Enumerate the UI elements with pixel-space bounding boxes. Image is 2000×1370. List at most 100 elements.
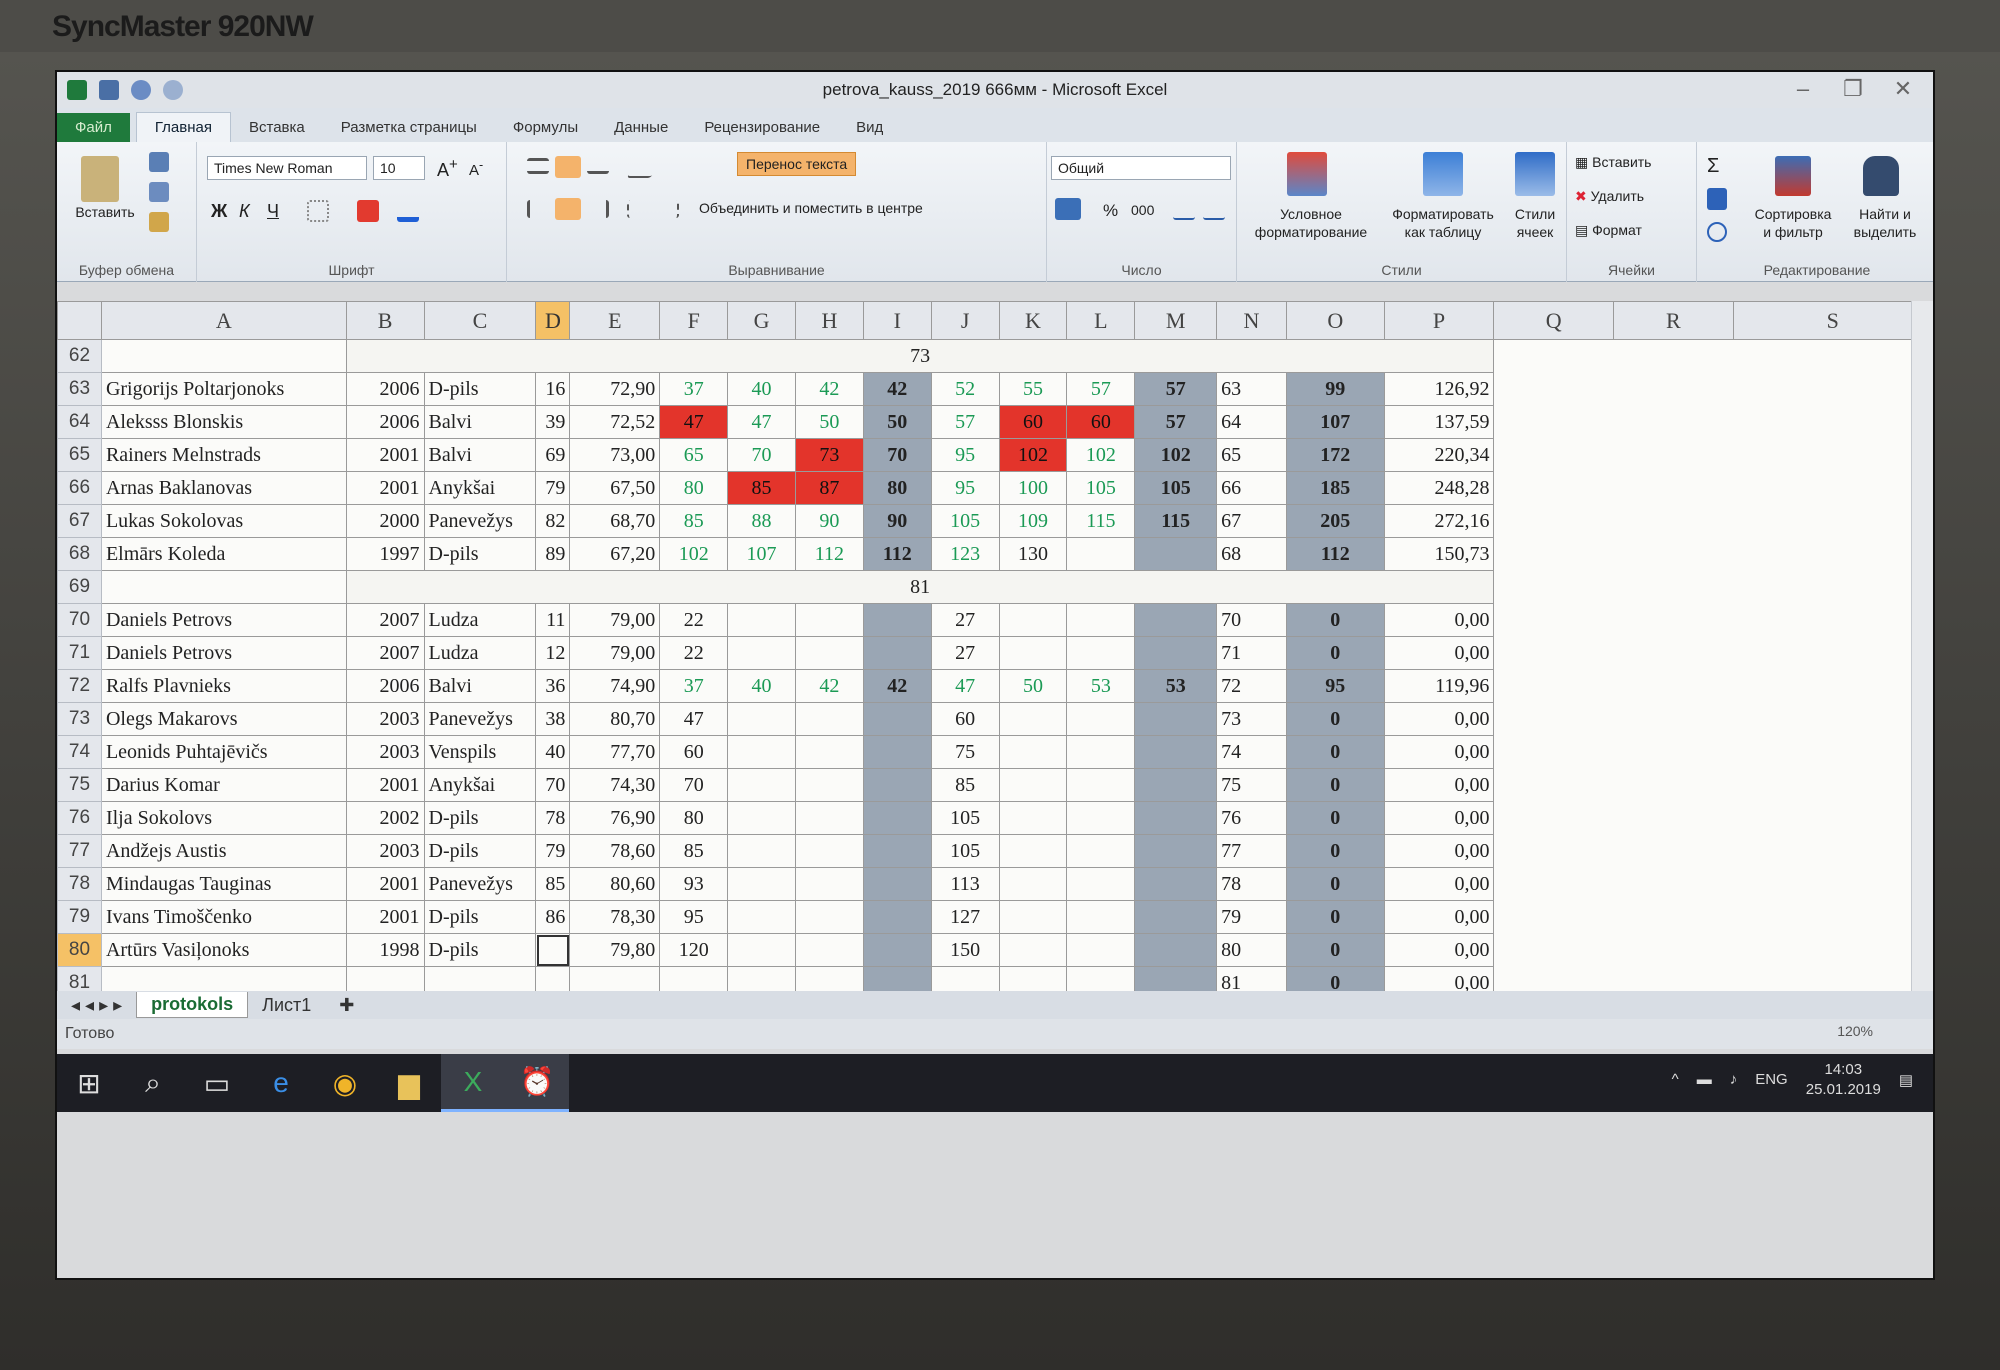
cell-f[interactable]: 60 [659,735,729,769]
cell-a[interactable]: Artūrs Vasiļonoks [100,933,347,967]
cell-c[interactable]: D-pils [423,801,537,835]
align-left-icon[interactable] [527,200,549,218]
cell-s[interactable] [1733,637,1932,670]
cell-k[interactable] [998,801,1068,835]
cell-e[interactable]: 78,60 [569,834,661,868]
cell-c[interactable] [423,966,537,991]
cell-q[interactable] [1494,736,1614,769]
cell-j[interactable]: 105 [930,504,1000,538]
cell-l[interactable] [1066,735,1136,769]
fill-color-icon[interactable] [357,200,379,222]
cell-k[interactable] [998,867,1068,901]
cell-n[interactable]: 78 [1216,867,1287,901]
cell-h[interactable] [794,834,864,868]
file-explorer-icon[interactable]: ▆ [377,1054,441,1112]
cell-f[interactable]: 47 [659,702,729,736]
cell-j[interactable]: 95 [930,471,1000,505]
cell-d[interactable]: 89 [535,537,571,571]
cell-k[interactable] [998,768,1068,802]
cell-q[interactable] [1494,835,1614,868]
cell-g[interactable]: 85 [727,471,796,505]
cell-c[interactable]: Panevežys [423,702,537,736]
cell-i[interactable]: 50 [862,405,932,439]
cell-b[interactable]: 2006 [345,669,425,703]
cell-g[interactable] [727,735,796,769]
percent-button[interactable]: % [1103,200,1118,221]
cell-i[interactable]: 70 [862,438,932,472]
cell-e[interactable]: 78,30 [569,900,661,934]
column-header-K[interactable]: K [998,301,1068,340]
cell-e[interactable]: 72,90 [569,372,661,406]
column-header-I[interactable]: I [862,301,932,340]
cell-h[interactable] [794,702,864,736]
cell-n[interactable]: 68 [1216,537,1287,571]
cell-c[interactable]: D-pils [423,900,537,934]
cell-l[interactable]: 60 [1066,405,1136,439]
merge-center-button[interactable]: Объединить и поместить в центре [699,200,923,218]
edge-icon[interactable]: e [249,1054,313,1112]
cell-k[interactable] [998,603,1068,637]
cell-c[interactable]: Venspils [423,735,537,769]
cell-c[interactable]: Anykšai [423,471,537,505]
cell-n[interactable]: 76 [1216,801,1287,835]
cell-j[interactable]: 27 [930,636,1000,670]
cell-c[interactable]: Balvi [423,669,537,703]
row-header[interactable]: 69 [57,570,102,604]
ribbon-tab-5[interactable]: Данные [596,113,686,142]
cell-d[interactable]: 85 [535,867,571,901]
format-cells-button[interactable]: ▤ Формат [1575,222,1642,240]
cell-k[interactable]: 100 [998,471,1068,505]
borders-icon[interactable] [307,200,329,222]
cell-r[interactable] [1614,736,1734,769]
cell-l[interactable] [1066,603,1136,637]
cell-h[interactable]: 112 [794,537,864,571]
cell-r[interactable] [1614,835,1734,868]
cell-d[interactable]: 78 [535,801,571,835]
cell[interactable] [1733,340,1932,373]
increase-indent-icon[interactable] [657,200,679,218]
row-header[interactable]: 72 [57,669,102,703]
cell-o[interactable]: 0 [1285,603,1385,637]
cell-q[interactable] [1494,604,1614,637]
cell-q[interactable] [1494,703,1614,736]
notifications-icon[interactable]: ▤ [1899,1071,1913,1089]
cell-i[interactable] [862,867,932,901]
cell-c[interactable]: Panevežys [423,504,537,538]
cell-m[interactable] [1134,735,1218,769]
cell-o[interactable]: 0 [1285,933,1385,967]
align-bottom-icon[interactable] [587,158,609,174]
redo-icon[interactable] [163,80,183,100]
cell-k[interactable]: 109 [998,504,1068,538]
currency-icon[interactable] [1055,198,1081,220]
cell-h[interactable] [794,801,864,835]
cell-b[interactable]: 2001 [345,471,425,505]
cell-n[interactable]: 67 [1216,504,1287,538]
excel-icon[interactable] [67,80,87,100]
cell-d[interactable]: 82 [535,504,571,538]
cell-b[interactable]: 2003 [345,702,425,736]
sheet-table[interactable]: ABCDEFGHIJKLMNOPQRS 62 73 63 Grigorijs Polt… [57,301,1933,991]
orientation-icon[interactable] [626,156,664,178]
underline-button[interactable]: Ч [267,200,279,223]
cell-o[interactable]: 185 [1285,471,1385,505]
cell-b[interactable]: 2001 [345,900,425,934]
cell-o[interactable]: 0 [1285,702,1385,736]
maximize-button[interactable]: ❐ [1833,74,1873,104]
cell-d[interactable]: 69 [535,438,571,472]
cell-d[interactable]: 36 [535,669,571,703]
cell-b[interactable]: 2001 [345,768,425,802]
cell-g[interactable] [727,702,796,736]
cell-k[interactable]: 50 [998,669,1068,703]
cell-q[interactable] [1494,373,1614,406]
cell-l[interactable] [1066,801,1136,835]
cell-p[interactable]: 0,00 [1383,801,1495,835]
cell-e[interactable]: 76,90 [569,801,661,835]
cell-b[interactable]: 2006 [345,372,425,406]
cell-b[interactable]: 1998 [345,933,425,967]
cell-k[interactable] [998,966,1068,991]
cell-c[interactable]: Balvi [423,438,537,472]
cell-g[interactable] [727,768,796,802]
cell-e[interactable]: 79,00 [569,603,661,637]
cell-g[interactable]: 40 [727,669,796,703]
cell-f[interactable]: 37 [659,669,729,703]
